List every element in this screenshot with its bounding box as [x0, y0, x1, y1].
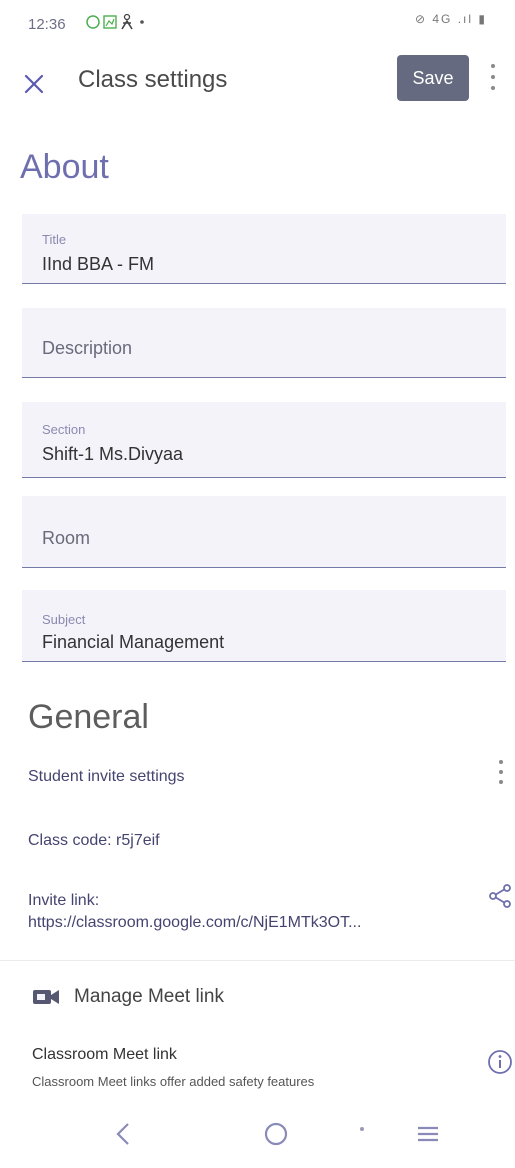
assistant-dot-icon: [358, 1120, 366, 1138]
save-button[interactable]: Save: [397, 55, 469, 101]
more-vert-icon[interactable]: [494, 760, 508, 784]
classroom-meet-link-title: Classroom Meet link: [32, 1046, 177, 1063]
subject-field-label: Subject: [42, 612, 86, 627]
room-field[interactable]: Room: [22, 496, 506, 568]
invite-link[interactable]: Invite link: https://classroom.google.co…: [28, 890, 468, 934]
section-field[interactable]: Section Shift-1 Ms.Divyaa: [22, 402, 506, 478]
page-title: Class settings: [78, 66, 228, 93]
subject-field-value[interactable]: Financial Management: [42, 632, 224, 653]
section-field-label: Section: [42, 422, 86, 437]
student-invite-settings[interactable]: Student invite settings: [28, 768, 185, 786]
title-field-value[interactable]: IInd BBA - FM: [42, 254, 154, 275]
room-placeholder[interactable]: Room: [42, 528, 90, 549]
invite-link-url[interactable]: https://classroom.google.com/c/NjE1MTk3O…: [28, 912, 468, 934]
notification-icons: [86, 13, 144, 30]
video-camera-icon: [32, 986, 60, 1008]
title-field[interactable]: Title IInd BBA - FM: [22, 214, 506, 284]
status-time: 12:36: [28, 16, 66, 33]
divider: [0, 960, 515, 961]
recents-icon[interactable]: [414, 1120, 442, 1153]
section-field-value[interactable]: Shift-1 Ms.Divyaa: [42, 444, 183, 465]
home-icon[interactable]: [262, 1120, 290, 1153]
classroom-meet-link-description: Classroom Meet links offer added safety …: [32, 1074, 315, 1089]
subject-field[interactable]: Subject Financial Management: [22, 590, 506, 662]
status-bar: 12:36 ⊘ 4G .ıl ▮: [0, 0, 515, 46]
info-icon[interactable]: [486, 1048, 514, 1076]
system-navigation-bar: [0, 1100, 515, 1168]
manage-meet-link-label[interactable]: Manage Meet link: [74, 986, 224, 1008]
title-field-label: Title: [42, 232, 67, 247]
more-vert-icon[interactable]: [486, 64, 500, 90]
general-heading: General: [28, 698, 149, 736]
class-code[interactable]: Class code: r5j7eif: [28, 832, 160, 850]
share-icon[interactable]: [486, 882, 514, 910]
manage-meet-link-row[interactable]: Manage Meet link: [32, 986, 224, 1008]
invite-link-label: Invite link:: [28, 892, 100, 909]
back-icon[interactable]: [112, 1120, 136, 1153]
about-heading: About: [20, 148, 109, 186]
status-system-icons: ⊘ 4G .ıl ▮: [414, 12, 487, 26]
description-field[interactable]: Description: [22, 308, 506, 378]
close-icon[interactable]: [20, 70, 48, 98]
status-notification-icons: [86, 13, 156, 35]
description-placeholder[interactable]: Description: [42, 338, 132, 359]
